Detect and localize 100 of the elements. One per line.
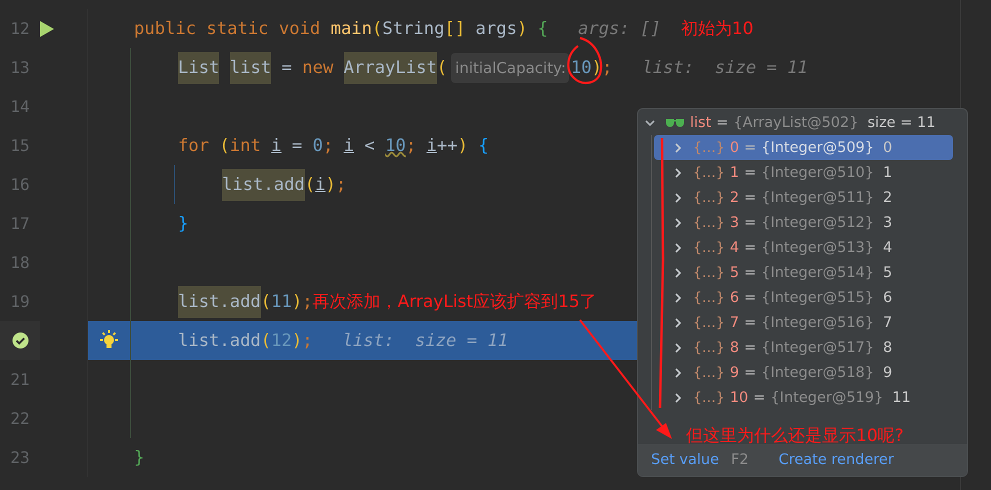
element-value: 2: [883, 190, 892, 206]
code-keyword: ;: [336, 174, 346, 194]
annotation-text: 但这里为什么还是显示10呢?: [686, 425, 904, 447]
highlighted-identifier: list: [230, 52, 272, 84]
popup-action-link[interactable]: Set value: [651, 452, 720, 468]
code-bracket: ): [592, 58, 602, 78]
object-icon: {…}: [693, 364, 725, 380]
element-index: 7: [730, 314, 740, 330]
element-value: 7: [883, 314, 892, 330]
object-reference: {Integer@509}: [761, 140, 874, 156]
tree-item[interactable]: {…} 3 = {Integer@512} 3: [654, 210, 953, 235]
element-value: 0: [883, 140, 892, 156]
object-reference: {Integer@511}: [761, 190, 874, 206]
code-bracket: (: [219, 136, 230, 156]
tree-item[interactable]: {…} 9 = {Integer@518} 9: [654, 360, 953, 385]
element-index: 9: [730, 364, 740, 380]
code-text: <: [364, 136, 375, 156]
object-icon: {…}: [693, 290, 725, 306]
equals-sign: =: [744, 164, 756, 180]
element-index: 2: [730, 190, 740, 206]
tree-item[interactable]: {…} 2 = {Integer@511} 2: [654, 185, 953, 210]
equals-sign: =: [744, 214, 756, 230]
code-bracket: (: [436, 58, 448, 78]
code-keyword: ;: [406, 136, 416, 156]
code-text: ++: [436, 136, 458, 156]
equals-sign: =: [744, 290, 756, 306]
object-icon: {…}: [693, 164, 725, 180]
tree-item[interactable]: {…} 6 = {Integer@515} 6: [654, 285, 953, 310]
highlighted-identifier: list.add: [178, 286, 261, 318]
element-index: 4: [730, 240, 740, 256]
equals-sign: =: [716, 114, 728, 130]
breakpoint-check-icon[interactable]: [12, 332, 28, 349]
variable-value: size = 11: [867, 114, 936, 130]
code-bracket: ): [292, 292, 302, 312]
line-number: 17: [10, 214, 30, 233]
element-value: 8: [883, 340, 892, 356]
line-number: 19: [10, 292, 30, 311]
object-icon: {…}: [693, 314, 725, 330]
element-value: 11: [892, 390, 911, 406]
loop-variable: i: [426, 136, 437, 156]
inline-value-hint: list: size = 11: [642, 58, 808, 78]
method-name: main: [330, 18, 372, 38]
loop-variable: i: [315, 174, 326, 194]
line-number: 23: [10, 448, 30, 467]
code-keyword: new: [302, 58, 334, 78]
line-number: 12: [10, 19, 30, 38]
line-number: 13: [10, 58, 30, 77]
line-number: 18: [10, 253, 30, 272]
code-bracket: ): [516, 18, 528, 38]
tree-item[interactable]: {…} 8 = {Integer@517} 8: [654, 335, 953, 360]
element-value: 3: [883, 214, 892, 230]
object-icon: {…}: [693, 240, 725, 256]
inline-value-hint: list: size = 11: [342, 330, 508, 350]
tree-item[interactable]: {…} 7 = {Integer@516} 7: [654, 310, 953, 335]
code-bracket: (: [372, 18, 382, 38]
equals-sign: =: [753, 390, 766, 406]
object-reference: {Integer@519}: [770, 390, 884, 406]
element-value: 1: [883, 164, 892, 180]
element-index: 8: [730, 340, 740, 356]
loop-variable: i: [344, 136, 354, 156]
popup-action-link[interactable]: Create renderer: [778, 452, 894, 468]
tree-item[interactable]: {…} 4 = {Integer@513} 4: [654, 235, 953, 260]
object-reference: {Integer@515}: [761, 290, 874, 306]
object-reference: {Integer@510}: [761, 164, 874, 180]
object-reference: {Integer@517}: [761, 340, 874, 356]
code-text: =: [292, 136, 302, 156]
equals-sign: =: [744, 264, 756, 280]
element-value: 4: [883, 240, 892, 256]
element-index: 3: [730, 214, 740, 230]
annotation-text: 初始为10: [680, 18, 754, 40]
tree-item[interactable]: {…} 1 = {Integer@510} 1: [654, 160, 953, 185]
code-bracket: (: [304, 174, 316, 194]
code-keyword: int: [230, 136, 261, 156]
element-value: 5: [883, 264, 892, 280]
element-index: 5: [730, 264, 740, 280]
tree-item[interactable]: {…} 5 = {Integer@514} 5: [654, 260, 953, 285]
object-icon: {…}: [693, 340, 725, 356]
object-icon: {…}: [693, 190, 725, 206]
code-keyword: for: [178, 136, 210, 156]
code-bracket: ): [292, 330, 302, 350]
variable-name: list: [690, 114, 712, 130]
object-icon: {…}: [693, 390, 725, 406]
code-bracket: ): [326, 174, 336, 194]
code-brace: }: [134, 448, 144, 468]
object-icon: {…}: [693, 214, 725, 230]
element-index: 10: [730, 390, 748, 406]
object-icon: {…}: [693, 140, 725, 156]
equals-sign: =: [744, 340, 756, 356]
tree-item[interactable]: {…} 10 = {Integer@519} 11: [654, 385, 953, 410]
loop-variable: i: [271, 136, 282, 156]
highlighted-identifier: list.add: [222, 168, 305, 200]
number-literal: 0: [312, 136, 323, 156]
run-icon[interactable]: [39, 20, 55, 38]
highlighted-identifier: List: [178, 52, 220, 84]
equals-sign: =: [744, 314, 756, 330]
element-value: 9: [883, 364, 892, 380]
code-keyword: ;: [602, 58, 612, 78]
object-reference: {Integer@513}: [761, 240, 874, 256]
tree-item[interactable]: {…} 0 = {Integer@509} 0: [654, 135, 953, 160]
equals-sign: =: [744, 190, 756, 206]
